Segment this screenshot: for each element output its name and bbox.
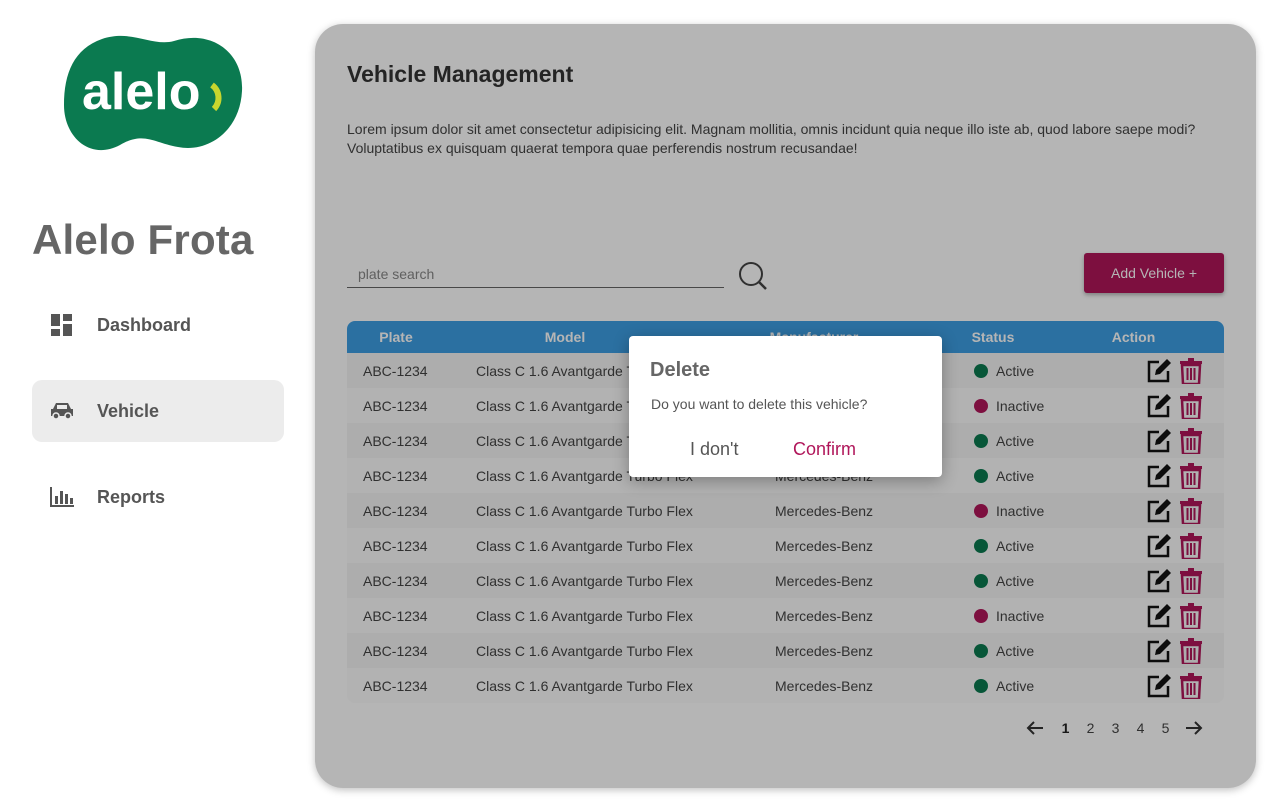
dialog-title: Delete (650, 359, 711, 381)
alelo-logo: alelo (64, 35, 243, 151)
sidebar-item-dashboard[interactable]: Dashboard (32, 294, 284, 356)
sidebar-item-label: Reports (97, 486, 166, 507)
logo-text: alelo (82, 63, 201, 121)
app-title: Alelo Frota (32, 216, 254, 263)
bar-chart-icon (48, 485, 76, 509)
sidebar-item-reports[interactable]: Reports (32, 466, 284, 528)
confirm-button[interactable]: Confirm (793, 439, 856, 460)
cancel-button[interactable]: I don't (690, 439, 738, 460)
sidebar-item-label: Vehicle (97, 400, 160, 421)
delete-dialog: Delete Do you want to delete this vehicl… (629, 336, 942, 477)
sidebar-item-vehicle[interactable]: Vehicle (32, 380, 284, 442)
dialog-message: Do you want to delete this vehicle? (651, 396, 868, 412)
sidebar-item-label: Dashboard (97, 314, 192, 335)
car-icon (48, 399, 76, 423)
dashboard-icon (48, 313, 76, 337)
